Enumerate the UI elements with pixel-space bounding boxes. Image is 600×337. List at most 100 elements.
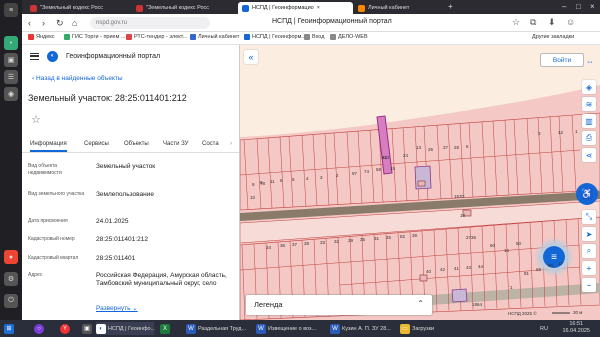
bookmark-item[interactable]: Яндекс [28,34,55,40]
taskbar-app[interactable]: Y [60,322,70,335]
parcel-number: 12 [558,130,564,135]
parcel-number: 25 [386,235,392,240]
back-link[interactable]: ‹ Назад в найденные объекты [32,75,123,82]
minimize-icon[interactable]: – [562,2,566,11]
parcel-number: 18 [460,213,466,218]
taskbar-app-active[interactable]: ◐ НСПД | Геоинфо... [96,322,155,335]
url-input[interactable]: nspd.gov.ru [90,17,210,29]
taskbar-app[interactable]: W Раздельная Труд... [186,322,246,335]
favicon-icon [304,34,310,40]
favicon-icon [126,34,132,40]
chart-icon[interactable]: ▥ [582,114,596,128]
browser-tab[interactable]: Личный кабинет [354,2,444,14]
field-label: Вид земельного участка [28,191,85,197]
scale-label: 30 м [573,310,583,315]
bookmark-icon[interactable]: ☆ [512,17,520,28]
bookmark-item[interactable]: Вход [304,34,324,40]
settings-icon[interactable]: ⚙ [4,272,18,286]
tab-parts[interactable]: Части ЗУ [163,141,188,147]
bookmark-item[interactable]: ГИС Торги - прием ... [64,34,126,40]
print-icon[interactable]: ⎙ [582,131,596,145]
hamburger-icon[interactable] [30,52,39,60]
parcel-number: 3 [538,131,541,136]
app-icon[interactable]: • [4,36,18,50]
language-indicator[interactable]: RU [540,322,548,335]
home-icon[interactable]: ⌂ [72,18,77,28]
other-bookmarks[interactable]: Другие закладки [532,34,574,40]
highlighted-parcel[interactable] [451,288,468,303]
browser-tab-active[interactable]: НСПД | Геоинформацио × [238,2,353,14]
chevron-up-icon: ⌃ [417,299,424,308]
close-window-icon[interactable]: × [590,2,595,11]
taskbar-app[interactable]: W Кузин А. П. ЗУ 28... [330,322,391,335]
app-icon[interactable]: ▣ [4,53,18,67]
bookmark-item[interactable]: РТС-тендер - элект... [126,34,187,40]
layers-icon[interactable]: ◈ [582,80,596,94]
maximize-icon[interactable]: □ [576,2,581,11]
field-label: Адрес [28,272,43,278]
zoom-in-icon[interactable]: + [582,261,596,275]
login-button[interactable]: Войти [540,53,584,67]
tab-info[interactable]: Информация [30,141,67,152]
taskbar-app[interactable]: ▭ Загрузки [400,322,434,335]
parcel-number: 82 [400,234,406,239]
parcel-number: 34 [266,245,272,250]
locate-icon[interactable]: ➤ [582,227,596,241]
cadastral-map[interactable]: « Войти ⇔ ◈ ≋ ▥ ⎙ ⋖ ♿ ⤡ ➤ ⌕ + − ≡ Легенд… [240,45,600,320]
parcel-number: 58 [376,167,382,172]
star-icon[interactable]: ☆ [31,113,41,126]
browser-tab[interactable]: "Земельный кодекс Росс [26,2,131,14]
tab-services[interactable]: Сервисы [84,141,109,147]
field-label: Вид объекта недвижимости [28,163,62,176]
bookmark-item[interactable]: Личный кабинет [190,34,239,40]
parcel-number: 11 [270,179,275,184]
app-icon[interactable]: ● [4,250,18,264]
legend-panel[interactable]: Легенда ⌃ [246,295,432,315]
menu-icon[interactable]: ≡ [4,3,18,17]
profile-icon[interactable]: ☺ [566,17,575,27]
download-icon[interactable]: ⬇ [548,17,556,28]
share-icon[interactable]: ⋖ [582,148,596,162]
taskbar: ⊞ ○ Y ▣ ◐ НСПД | Геоинфо... X W Раздельная… [0,320,600,337]
tab-composition[interactable]: Соста [202,141,219,147]
expand-link[interactable]: Развернуть ⌄ [96,304,138,312]
bookmark-item[interactable]: НСПД | Геоинформ... [244,34,306,40]
building [419,274,428,282]
reload-icon[interactable]: ↻ [56,18,64,29]
app-icon[interactable]: ◉ [4,87,18,101]
taskbar-app[interactable]: X [160,322,170,335]
measure-icon[interactable]: ⤡ [582,210,596,224]
building [417,180,426,187]
parcel-number: 69 [536,267,542,272]
parcel-number: 26 [428,147,434,152]
power-icon[interactable]: ⏻ [4,294,18,308]
close-icon[interactable]: × [317,5,320,11]
taskbar-app[interactable]: ▣ [82,322,92,335]
new-tab-icon[interactable]: + [448,2,453,11]
expand-icon[interactable]: ⇔ [586,57,594,66]
extensions-icon[interactable]: ⧉ [530,17,536,28]
app-icon[interactable]: ☰ [4,70,18,84]
start-button[interactable]: ⊞ [4,322,14,335]
search-map-icon[interactable]: ⌕ [582,244,596,258]
favicon-icon [64,34,70,40]
taskbar-app[interactable]: W Извещение о воз... [256,322,316,335]
zoom-out-icon[interactable]: − [582,278,596,292]
forward-icon[interactable]: › [42,18,45,28]
object-title: Земельный участок: 28:25:011401:212 [28,93,187,103]
browser-icon: ◐ [96,323,106,334]
parcel-number: 1 [575,129,578,134]
clock[interactable]: 16:51 16.04.2025 [562,321,590,335]
browser-tab[interactable]: "Земельный кодекс Росс [132,2,237,14]
bookmark-item[interactable]: ДЕЛО-WEB [330,34,368,40]
chevron-right-icon[interactable]: › [230,141,232,147]
accessibility-icon[interactable]: ♿ [576,183,598,205]
parcel-number: 13 [416,145,422,150]
copyright: НСПД 2025 © [508,311,537,316]
taskbar-app[interactable]: ○ [34,322,44,335]
stack-icon[interactable]: ≋ [582,97,596,111]
tab-objects[interactable]: Объекты [124,141,149,147]
back-icon[interactable]: ‹ [28,18,31,28]
parcel-number: 6 [280,178,283,183]
collapse-panel-button[interactable]: « [244,50,258,64]
